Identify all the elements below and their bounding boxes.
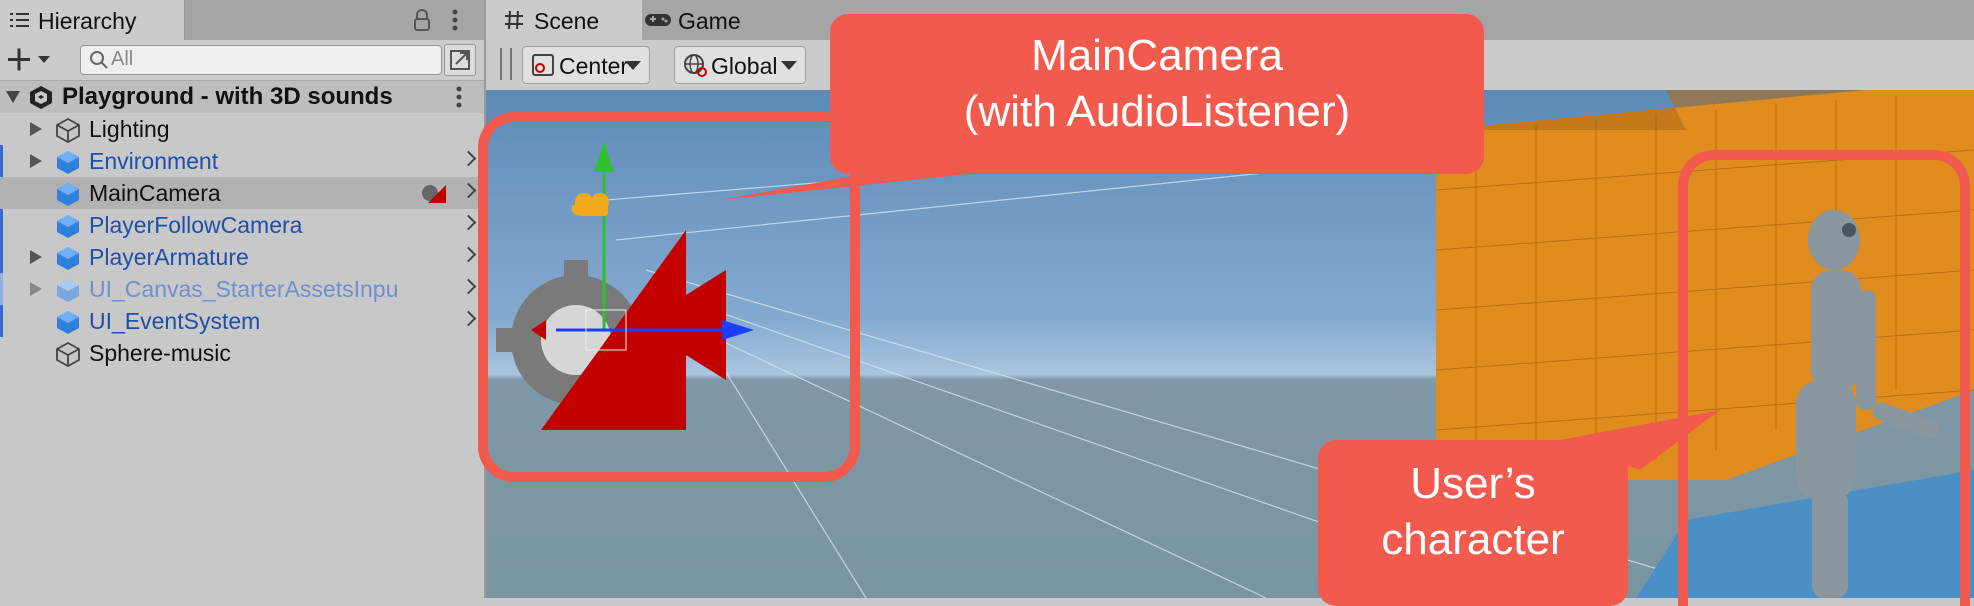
camera-highlight-frame: [478, 112, 860, 482]
callout-title: MainCamera: [1031, 31, 1283, 80]
maincamera-callout: MainCamera (with AudioListener): [830, 14, 1484, 174]
callout-subtitle: (with AudioListener): [963, 87, 1351, 136]
callout-subtitle: character: [1381, 515, 1565, 564]
callout-title: User’s: [1410, 459, 1536, 508]
character-highlight-frame: [1678, 150, 1970, 606]
character-callout: User’s character: [1318, 440, 1628, 606]
